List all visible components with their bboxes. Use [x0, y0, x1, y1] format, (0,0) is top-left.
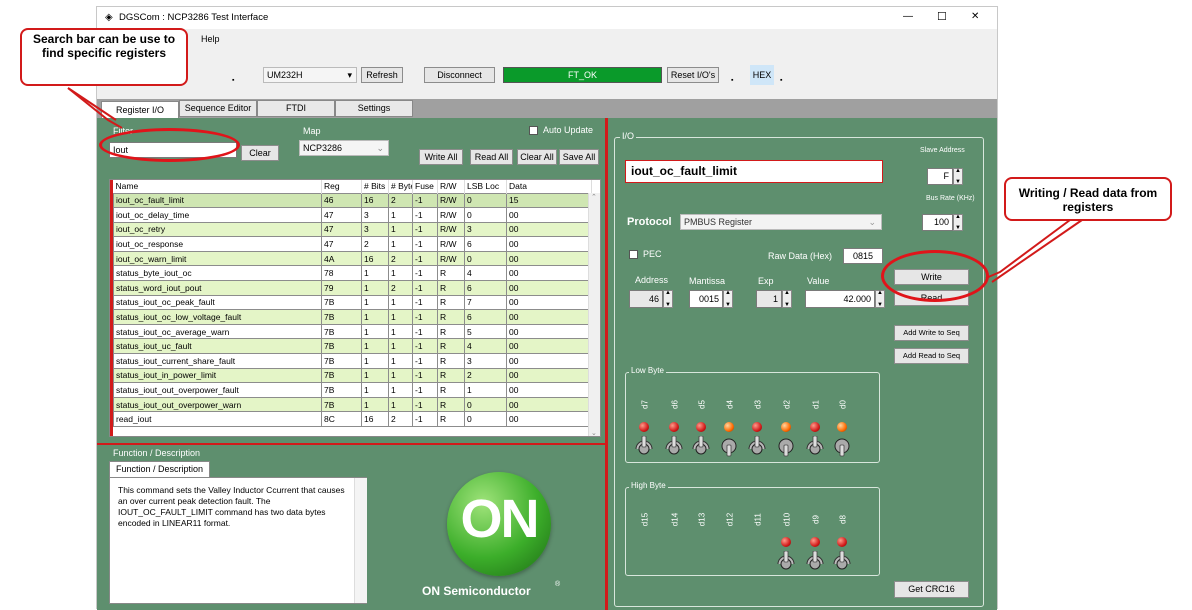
search-callout-pointer-edge — [67, 87, 117, 121]
callout-pointers — [67, 87, 1083, 283]
search-callout: Search bar can be use to find specific r… — [20, 28, 188, 86]
rw-callout-pointer-edge — [991, 219, 1083, 283]
rw-callout-pointer — [985, 219, 1071, 279]
rw-callout: Writing / Read data from registers — [1004, 177, 1172, 221]
rw-highlight-oval — [881, 250, 989, 302]
